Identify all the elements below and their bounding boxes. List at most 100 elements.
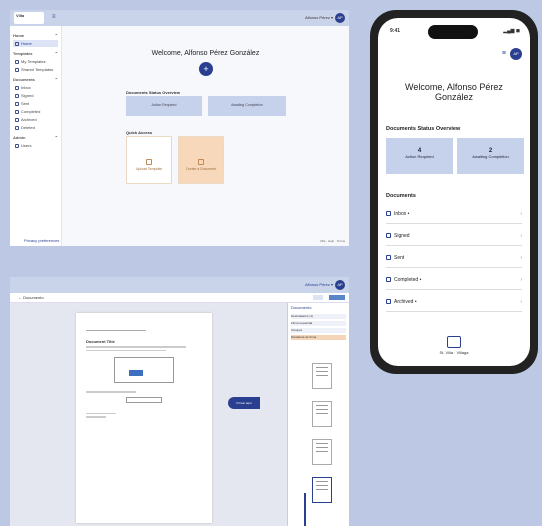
sidebar-item[interactable]: Home bbox=[13, 40, 58, 47]
app-logo[interactable]: Villa bbox=[14, 12, 44, 24]
folder-icon bbox=[386, 277, 391, 282]
nav-icon bbox=[15, 67, 19, 72]
avatar[interactable]: AP bbox=[335, 13, 345, 23]
folder-icon bbox=[386, 211, 391, 216]
nav-icon bbox=[15, 143, 19, 148]
sidebar-section-label: Templates bbox=[13, 51, 33, 56]
create-document-tile[interactable]: Create a Document bbox=[178, 136, 224, 184]
sidebar-item-label: Users bbox=[21, 143, 32, 148]
doc-status-heading: Documents Status Overview bbox=[126, 90, 181, 95]
mobile-home-screen: 9:41 ▂▄▆ ◼ ≡ AP Welcome, Alfonso Pérez G… bbox=[378, 18, 530, 366]
sign-here-tab[interactable]: Firmar aquí bbox=[228, 397, 260, 409]
back-button[interactable]: ← Documento bbox=[18, 295, 44, 300]
chevron-up-icon: ⌃ bbox=[54, 33, 58, 38]
document-folder-row[interactable]: Archived • › bbox=[386, 292, 522, 312]
brand-logo-icon bbox=[447, 336, 461, 348]
sidebar-item-label: Inbox bbox=[21, 85, 31, 90]
side-panel-row[interactable]: Pendiente de firma bbox=[291, 335, 346, 340]
action-required-card[interactable]: 4 Action Required bbox=[386, 138, 453, 174]
text-line bbox=[86, 391, 136, 393]
upload-template-label: Upload Template bbox=[135, 167, 163, 171]
form-field[interactable] bbox=[86, 325, 146, 331]
sidebar-item-label: Signed bbox=[21, 93, 34, 98]
folder-label: Completed • bbox=[394, 276, 422, 283]
user-menu-label[interactable]: Alfonso Pérez ▾ bbox=[305, 282, 333, 287]
avatar[interactable]: AP bbox=[510, 48, 522, 60]
menu-icon[interactable]: ≡ bbox=[502, 50, 506, 57]
action-required-card[interactable]: Action Required bbox=[126, 96, 202, 116]
sidebar-section-label: Admin bbox=[13, 135, 26, 140]
text-line bbox=[86, 416, 106, 418]
sidebar-item[interactable]: Deleted bbox=[13, 124, 58, 131]
document-folder-row[interactable]: Inbox • › bbox=[386, 204, 522, 224]
sidebar-item[interactable]: Shared Templates bbox=[13, 66, 58, 73]
sidebar-item[interactable]: Archived bbox=[13, 116, 58, 123]
document-toolbar: ← Documento bbox=[10, 293, 349, 303]
document-folder-row[interactable]: Sent › bbox=[386, 248, 522, 268]
document-folder-row[interactable]: Signed › bbox=[386, 226, 522, 246]
status-heading: Documents Status Overview bbox=[386, 126, 461, 132]
sidebar-section-header[interactable]: Documents ⌃ bbox=[13, 77, 58, 82]
phone-frame: 9:41 ▂▄▆ ◼ ≡ AP Welcome, Alfonso Pérez G… bbox=[370, 10, 538, 374]
footer-links[interactable]: Villa · Help · Terms bbox=[320, 239, 345, 243]
page-title: Welcome, Alfonso Pérez González bbox=[405, 82, 503, 102]
scrollbar[interactable] bbox=[304, 493, 306, 526]
chevron-up-icon: ⌃ bbox=[54, 135, 58, 140]
dynamic-island bbox=[428, 25, 478, 39]
nav-icon bbox=[15, 101, 19, 106]
avatar[interactable]: AP bbox=[335, 280, 345, 290]
signature-block[interactable] bbox=[114, 357, 174, 383]
nav-icon bbox=[15, 85, 19, 90]
awaiting-completion-card[interactable]: Awaiting Completion bbox=[208, 96, 286, 116]
side-panel-row[interactable]: Destinatarios (1) bbox=[291, 314, 346, 319]
sidebar-section-header[interactable]: Admin ⌃ bbox=[13, 135, 58, 140]
sidebar-section-label: Documents bbox=[13, 77, 35, 82]
side-panel-row[interactable]: Firma requerida bbox=[291, 321, 346, 326]
brand-label: St. Villa · Villaga bbox=[439, 350, 469, 355]
highlighted-field[interactable] bbox=[129, 370, 143, 376]
folder-label: Inbox • bbox=[394, 210, 410, 217]
nav-icon bbox=[15, 41, 19, 46]
side-panel-title: Documento bbox=[291, 305, 312, 310]
upload-icon bbox=[146, 159, 152, 165]
folder-label: Signed bbox=[394, 232, 410, 239]
awaiting-completion-card[interactable]: 2 Awaiting Completion bbox=[457, 138, 524, 174]
page-thumbnail[interactable] bbox=[312, 401, 332, 427]
sidebar-item[interactable]: Sent bbox=[13, 100, 58, 107]
top-bar: Villa ≡ Alfonso Pérez ▾ AP bbox=[10, 10, 349, 26]
toolbar-secondary-button[interactable] bbox=[313, 295, 323, 300]
document-page: Document Title bbox=[76, 313, 212, 523]
quick-access-heading: Quick Access bbox=[126, 130, 153, 135]
document-folder-row[interactable]: Completed • › bbox=[386, 270, 522, 290]
desktop-welcome-screen: Villa ≡ Alfonso Pérez ▾ AP Home ⌃ Home Temp… bbox=[10, 10, 349, 246]
user-menu-label[interactable]: Alfonso Pérez ▾ bbox=[305, 15, 333, 20]
text-line bbox=[86, 349, 166, 351]
toolbar-primary-button[interactable] bbox=[329, 295, 345, 300]
sidebar-item[interactable]: Completed bbox=[13, 108, 58, 115]
side-panel-row[interactable]: Campos bbox=[291, 328, 346, 333]
folder-icon bbox=[386, 255, 391, 260]
sidebar-item[interactable]: Users bbox=[13, 142, 58, 149]
document-icon bbox=[198, 159, 204, 165]
card-label: Action Required bbox=[405, 154, 434, 159]
sidebar-item[interactable]: Signed bbox=[13, 92, 58, 99]
sidebar-section-header[interactable]: Home ⌃ bbox=[13, 33, 58, 38]
upload-template-tile[interactable]: Upload Template bbox=[126, 136, 172, 184]
documents-heading: Documents bbox=[386, 193, 416, 199]
page-thumbnail[interactable] bbox=[312, 439, 332, 465]
sidebar-section-header[interactable]: Templates ⌃ bbox=[13, 51, 58, 56]
sidebar-item-label: My Templates bbox=[21, 59, 46, 64]
chevron-right-icon: › bbox=[520, 232, 522, 239]
brand-footer: St. Villa · Villaga bbox=[378, 336, 530, 355]
sidebar-item-label: Archived bbox=[21, 117, 37, 122]
sidebar-item[interactable]: Inbox bbox=[13, 84, 58, 91]
page-thumbnail[interactable] bbox=[312, 363, 332, 389]
date-field[interactable] bbox=[126, 396, 162, 403]
privacy-link[interactable]: Privacy preferences bbox=[24, 238, 59, 243]
sidebar-item[interactable]: My Templates bbox=[13, 58, 58, 65]
nav-icon bbox=[15, 125, 19, 130]
add-document-button[interactable]: + bbox=[199, 62, 213, 76]
folder-icon bbox=[386, 233, 391, 238]
page-thumbnail-selected[interactable] bbox=[312, 477, 332, 503]
menu-toggle-icon[interactable]: ≡ bbox=[52, 14, 56, 20]
